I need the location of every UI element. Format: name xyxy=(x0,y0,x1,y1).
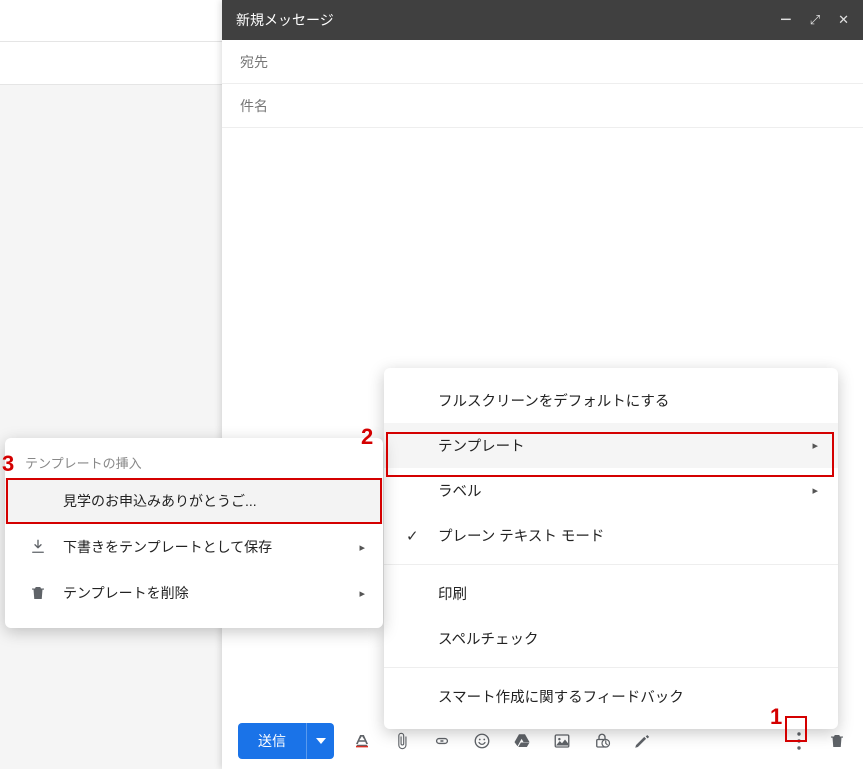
submenu-header: テンプレートの挿入 xyxy=(5,446,383,478)
emoji-icon[interactable] xyxy=(472,731,492,751)
subject-label: 件名 xyxy=(240,96,268,116)
toolbar-icons xyxy=(352,731,652,751)
left-top-white xyxy=(0,0,222,85)
submenu-delete-label: テンプレートを削除 xyxy=(63,583,189,603)
to-label: 宛先 xyxy=(240,52,268,72)
more-options-icon[interactable] xyxy=(789,731,809,751)
drive-icon[interactable] xyxy=(512,731,532,751)
image-icon[interactable] xyxy=(552,731,572,751)
templates-submenu: テンプレートの挿入 見学のお申込みありがとうご... 下書きをテンプレートとして… xyxy=(5,438,383,628)
menu-templates[interactable]: テンプレート xyxy=(384,423,838,468)
annotation-3: 3 xyxy=(2,451,14,477)
more-options-menu: フルスクリーンをデフォルトにする テンプレート ラベル プレーン テキスト モー… xyxy=(384,368,838,729)
toolbar-right xyxy=(789,731,847,751)
submenu-save-draft-as-template[interactable]: 下書きをテンプレートとして保存 xyxy=(5,524,383,570)
link-icon[interactable] xyxy=(432,731,452,751)
compose-header-actions: − ⤢ ✕ xyxy=(780,12,849,28)
menu-templates-label: テンプレート xyxy=(438,435,525,456)
submenu-insert-template[interactable]: 見学のお申込みありがとうご... xyxy=(5,478,383,524)
menu-plaintext[interactable]: プレーン テキスト モード xyxy=(384,513,838,558)
send-more-button[interactable] xyxy=(306,723,334,759)
menu-separator xyxy=(384,564,838,565)
send-button-group: 送信 xyxy=(238,723,334,759)
compose-title: 新規メッセージ xyxy=(236,10,780,30)
menu-smartcompose-label: スマート作成に関するフィードバック xyxy=(438,686,684,707)
menu-plaintext-label: プレーン テキスト モード xyxy=(438,525,604,546)
trash-icon xyxy=(27,582,49,604)
compose-header: 新規メッセージ − ⤢ ✕ xyxy=(222,0,863,40)
menu-separator-2 xyxy=(384,667,838,668)
left-divider-2 xyxy=(0,84,222,85)
submenu-insert-label: 見学のお申込みありがとうご... xyxy=(63,491,257,511)
menu-labels[interactable]: ラベル xyxy=(384,468,838,513)
menu-print-label: 印刷 xyxy=(438,583,467,604)
trash-icon[interactable] xyxy=(827,731,847,751)
submenu-save-label: 下書きをテンプレートとして保存 xyxy=(63,537,272,557)
download-icon xyxy=(27,536,49,558)
menu-spellcheck[interactable]: スペルチェック xyxy=(384,616,838,661)
format-icon[interactable] xyxy=(352,731,372,751)
close-icon[interactable]: ✕ xyxy=(838,12,849,28)
expand-icon[interactable]: ⤢ xyxy=(810,12,820,28)
minimize-icon[interactable]: − xyxy=(780,15,792,25)
menu-print[interactable]: 印刷 xyxy=(384,571,838,616)
annotation-2: 2 xyxy=(361,424,373,450)
menu-fullscreen-default[interactable]: フルスクリーンをデフォルトにする xyxy=(384,378,838,423)
menu-fullscreen-label: フルスクリーンをデフォルトにする xyxy=(438,390,669,411)
confidential-icon[interactable] xyxy=(592,731,612,751)
submenu-delete-template[interactable]: テンプレートを削除 xyxy=(5,570,383,616)
menu-labels-label: ラベル xyxy=(438,480,482,501)
menu-spellcheck-label: スペルチェック xyxy=(438,628,538,649)
subject-field[interactable]: 件名 xyxy=(222,84,863,128)
attach-icon[interactable] xyxy=(392,731,412,751)
annotation-1: 1 xyxy=(770,704,782,730)
left-divider-1 xyxy=(0,41,222,42)
left-background xyxy=(0,0,222,769)
to-field[interactable]: 宛先 xyxy=(222,40,863,84)
pen-icon[interactable] xyxy=(632,731,652,751)
send-button[interactable]: 送信 xyxy=(238,723,306,759)
